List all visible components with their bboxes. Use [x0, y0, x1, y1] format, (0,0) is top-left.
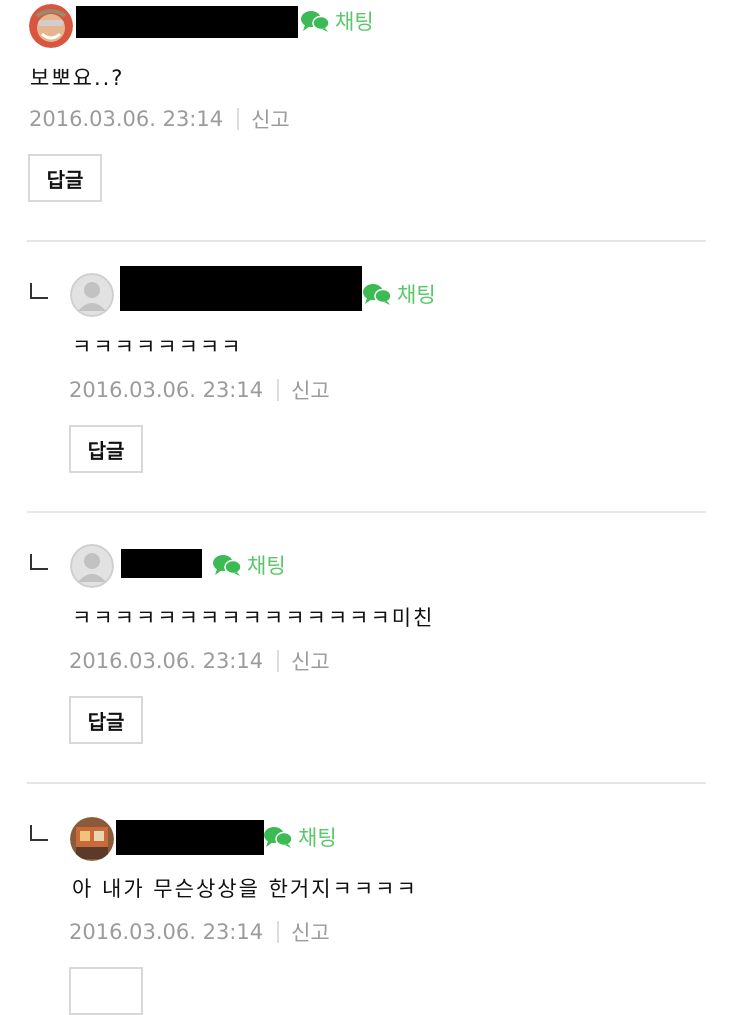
divider [27, 511, 706, 513]
report-link[interactable]: 신고 [291, 917, 330, 947]
chat-button[interactable]: 채팅 [362, 279, 436, 309]
comment-meta: 2016.03.06. 23:14 신고 [69, 917, 330, 947]
meta-separator [237, 108, 240, 130]
chat-bubbles-icon [213, 555, 242, 576]
default-avatar-icon [70, 544, 114, 588]
chat-bubbles-icon [264, 827, 293, 848]
report-link[interactable]: 신고 [291, 646, 330, 676]
redacted-username [76, 6, 298, 38]
chat-label: 채팅 [298, 826, 337, 850]
comment-text: ㅋㅋㅋㅋㅋㅋㅋㅋㅋㅋㅋㅋㅋㅋㅋ미친 [72, 606, 435, 630]
reply-button[interactable] [69, 967, 143, 1015]
user-photo-icon [29, 4, 73, 48]
chat-bubbles-icon [363, 284, 392, 305]
user-avatar[interactable] [70, 273, 114, 317]
chat-button[interactable]: 채팅 [300, 6, 374, 36]
user-avatar[interactable] [70, 544, 114, 588]
divider [27, 240, 706, 242]
report-link[interactable]: 신고 [251, 104, 290, 134]
comment-date: 2016.03.06. 23:14 [69, 378, 264, 402]
reply-indent-icon [30, 554, 48, 570]
comment-meta: 2016.03.06. 23:14 신고 [69, 375, 330, 405]
user-avatar[interactable] [29, 4, 73, 48]
reply-indent-icon [30, 825, 48, 841]
chat-label: 채팅 [335, 10, 374, 34]
reply-indent-icon [30, 283, 48, 299]
reply-button[interactable]: 답글 [69, 696, 143, 744]
meta-separator [277, 921, 280, 943]
chat-label: 채팅 [247, 554, 286, 578]
user-photo-icon [70, 817, 114, 861]
comment-text: 아 내가 무슨상상을 한거지ㅋㅋㅋㅋ [72, 877, 418, 901]
meta-separator [277, 379, 280, 401]
comment-date: 2016.03.06. 23:14 [29, 107, 224, 131]
meta-separator [277, 650, 280, 672]
reply-button[interactable]: 답글 [69, 425, 143, 473]
default-avatar-icon [70, 273, 114, 317]
reply-button[interactable]: 답글 [28, 154, 102, 202]
comment-text: 보뽀요..? [30, 66, 125, 90]
chat-bubbles-icon [301, 11, 330, 32]
chat-button[interactable]: 채팅 [212, 550, 286, 580]
comment-meta: 2016.03.06. 23:14 신고 [69, 646, 330, 676]
comment-meta: 2016.03.06. 23:14 신고 [29, 104, 290, 134]
comment-text: ㅋㅋㅋㅋㅋㅋㅋㅋ [72, 335, 243, 359]
redacted-username [116, 820, 264, 855]
redacted-username [120, 266, 362, 311]
redacted-username [121, 549, 202, 578]
user-avatar[interactable] [70, 817, 114, 861]
report-link[interactable]: 신고 [291, 375, 330, 405]
comment-date: 2016.03.06. 23:14 [69, 649, 264, 673]
comment-date: 2016.03.06. 23:14 [69, 920, 264, 944]
divider [27, 782, 706, 784]
chat-button[interactable]: 채팅 [263, 822, 337, 852]
chat-label: 채팅 [397, 283, 436, 307]
